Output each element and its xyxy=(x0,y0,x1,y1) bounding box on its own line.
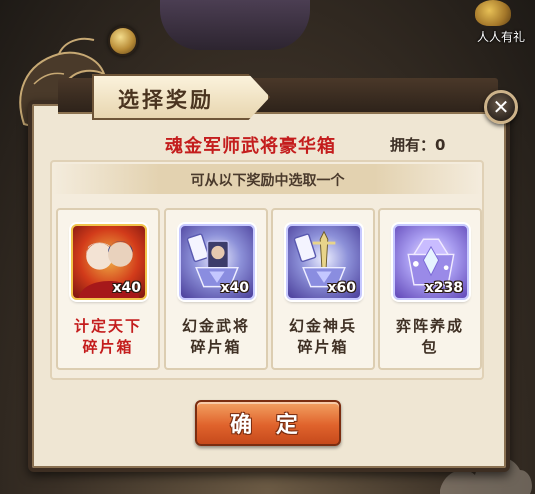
reward-name: 弈阵养成 包 xyxy=(384,316,476,358)
reward-name-line2: 碎片箱 xyxy=(82,338,134,356)
gift-bag-icon xyxy=(475,0,511,26)
reward-name-line1: 幻金神兵 xyxy=(288,317,357,335)
gold-general-fragment-chest-icon: x40 xyxy=(179,224,255,300)
reward-name-line1: 弈阵养成 xyxy=(395,317,464,335)
chest-name: 魂金军师武将豪华箱 xyxy=(165,136,336,157)
reward-name: 幻金神兵 碎片箱 xyxy=(277,316,369,358)
reward-name: 幻金武将 碎片箱 xyxy=(170,316,262,358)
instruction-text: 可从以下奖励中选取一个 xyxy=(190,173,345,189)
reward-quantity: x238 xyxy=(424,280,463,296)
reward-quantity: x40 xyxy=(220,280,249,296)
background-character xyxy=(160,0,310,50)
gold-weapon-fragment-chest-icon: x60 xyxy=(286,224,362,300)
reward-name-line2: 包 xyxy=(421,338,439,356)
red-hero-fragment-chest-icon: x40 xyxy=(71,224,147,300)
reward-card[interactable]: x40 计定天下 碎片箱 xyxy=(56,208,160,370)
close-icon: ✕ xyxy=(492,95,510,119)
gift-widget-label: 人人有礼 xyxy=(476,30,525,44)
reward-card[interactable]: x238 弈阵养成 包 xyxy=(378,208,482,370)
reward-name-line2: 碎片箱 xyxy=(297,338,349,356)
confirm-button-label: 确 定 xyxy=(230,413,306,438)
reward-name-line1: 计定天下 xyxy=(73,317,142,335)
reward-name: 计定天下 碎片箱 xyxy=(62,316,154,358)
coin-ornament-icon xyxy=(108,26,138,56)
gift-widget[interactable]: 人人有礼 xyxy=(457,0,529,50)
dialog-title: 选择奖励 xyxy=(118,88,214,112)
close-button[interactable]: ✕ xyxy=(484,90,518,124)
reward-card[interactable]: x40 幻金武将 碎片箱 xyxy=(164,208,268,370)
reward-quantity: x40 xyxy=(112,280,141,296)
reward-name-line2: 碎片箱 xyxy=(190,338,242,356)
reward-name-line1: 幻金武将 xyxy=(181,317,250,335)
reward-quantity: x60 xyxy=(327,280,356,296)
confirm-button[interactable]: 确 定 xyxy=(195,400,341,446)
crystal-gift-pack-icon: x238 xyxy=(393,224,469,300)
reward-card[interactable]: x60 幻金神兵 碎片箱 xyxy=(271,208,375,370)
owned-count: 拥有：0 xyxy=(390,136,446,154)
